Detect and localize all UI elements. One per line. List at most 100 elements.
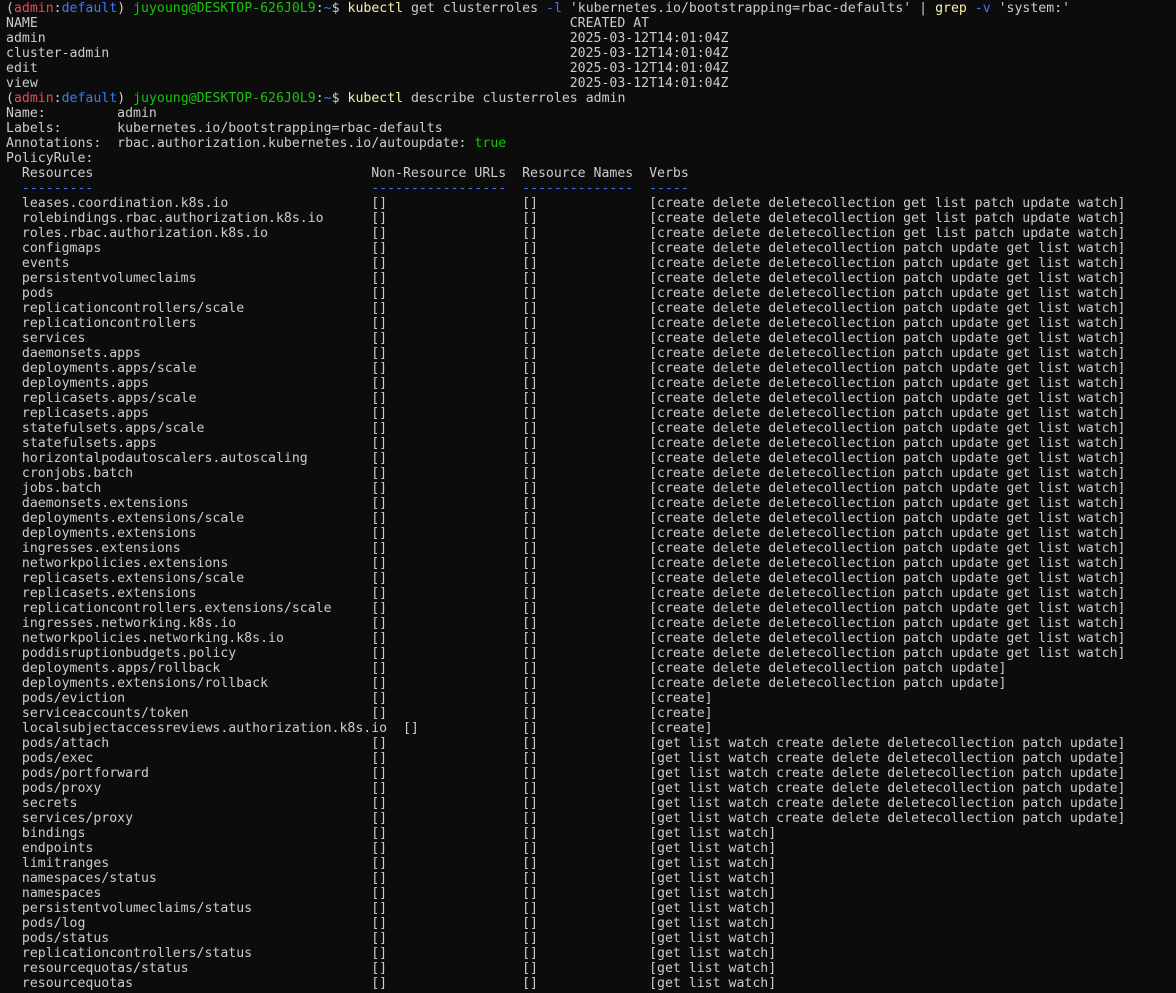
terminal-window[interactable]: (admin:default) juyoung@DESKTOP-626J0L9:… — [0, 0, 1176, 993]
terminal-line: pods/exec [] [] [get list watch create d… — [6, 751, 1176, 766]
terminal-line: cluster-admin 2025-03-12T14:01:04Z — [6, 46, 1176, 61]
terminal-text-segment: ingresses.networking.k8s.io [] [] [creat… — [6, 616, 1126, 631]
terminal-line: statefulsets.apps/scale [] [] [create de… — [6, 421, 1176, 436]
terminal-text-segment: statefulsets.apps/scale [] [] [create de… — [6, 421, 1126, 436]
terminal-line: deployments.apps/scale [] [] [create del… — [6, 361, 1176, 376]
terminal-line: services/proxy [] [] [get list watch cre… — [6, 811, 1176, 826]
terminal-text-segment: -l — [546, 1, 562, 16]
terminal-line: cronjobs.batch [] [] [create delete dele… — [6, 466, 1176, 481]
terminal-text-segment: pods/log [] [] [get list watch] — [6, 916, 777, 931]
terminal-text-segment: juyoung@DESKTOP-626J0L9 — [133, 1, 316, 16]
terminal-line: daemonsets.extensions [] [] [create dele… — [6, 496, 1176, 511]
terminal-line: replicasets.extensions [] [] [create del… — [6, 586, 1176, 601]
terminal-text-segment: kubectl — [347, 91, 404, 106]
terminal-text-segment: 'kubernetes.io/bootstrapping=rbac-defaul… — [561, 1, 936, 16]
terminal-line: NAME CREATED AT — [6, 16, 1176, 31]
terminal-text-segment: limitranges [] [] [get list watch] — [6, 856, 777, 871]
terminal-text-segment: resourcequotas/status [] [] [get list wa… — [6, 961, 777, 976]
terminal-text-segment: admin 2025-03-12T14:01:04Z — [6, 31, 729, 46]
terminal-line: events [] [] [create delete deletecollec… — [6, 256, 1176, 271]
terminal-text-segment: namespaces [] [] [get list watch] — [6, 886, 777, 901]
terminal-text-segment: resourcequotas [] [] [get list watch] — [6, 976, 777, 991]
terminal-text-segment: $ — [331, 1, 348, 16]
terminal-line: services [] [] [create delete deletecoll… — [6, 331, 1176, 346]
terminal-text-segment: leases.coordination.k8s.io [] [] [create… — [6, 196, 1126, 211]
terminal-line: secrets [] [] [get list watch create del… — [6, 796, 1176, 811]
terminal-line: pods/eviction [] [] [create] — [6, 691, 1176, 706]
terminal-text-segment: replicationcontrollers [] [] [create del… — [6, 316, 1126, 331]
terminal-line: pods/log [] [] [get list watch] — [6, 916, 1176, 931]
terminal-text-segment: kubectl — [347, 1, 404, 16]
terminal-line: --------- ----------------- ------------… — [6, 181, 1176, 196]
terminal-text-segment: --------- ----------------- ------------… — [6, 181, 689, 196]
terminal-line: Annotations: rbac.authorization.kubernet… — [6, 136, 1176, 151]
terminal-line: (admin:default) juyoung@DESKTOP-626J0L9:… — [6, 1, 1176, 16]
terminal-line: roles.rbac.authorization.k8s.io [] [] [c… — [6, 226, 1176, 241]
terminal-text-segment: deployments.extensions [] [] [create del… — [6, 526, 1126, 541]
terminal-line: namespaces/status [] [] [get list watch] — [6, 871, 1176, 886]
terminal-line: persistentvolumeclaims [] [] [create del… — [6, 271, 1176, 286]
terminal-line: pods [] [] [create delete deletecollecti… — [6, 286, 1176, 301]
terminal-text-segment: 'system:' — [990, 1, 1071, 16]
terminal-text-segment: poddisruptionbudgets.policy [] [] [creat… — [6, 646, 1126, 661]
terminal-line: replicasets.apps/scale [] [] [create del… — [6, 391, 1176, 406]
terminal-line: edit 2025-03-12T14:01:04Z — [6, 61, 1176, 76]
terminal-text-segment: namespaces/status [] [] [get list watch] — [6, 871, 777, 886]
terminal-text-segment: ( — [6, 91, 14, 106]
terminal-text-segment: deployments.extensions/scale [] [] [crea… — [6, 511, 1126, 526]
terminal-line: statefulsets.apps [] [] [create delete d… — [6, 436, 1176, 451]
terminal-text-segment: replicationcontrollers/status [] [] [get… — [6, 946, 777, 961]
terminal-text-segment: : — [315, 1, 324, 16]
terminal-text-segment: daemonsets.apps [] [] [create delete del… — [6, 346, 1126, 361]
terminal-line: rolebindings.rbac.authorization.k8s.io [… — [6, 211, 1176, 226]
terminal-text-segment: $ — [331, 91, 348, 106]
terminal-line: view 2025-03-12T14:01:04Z — [6, 76, 1176, 91]
terminal-text-segment: replicasets.extensions [] [] [create del… — [6, 586, 1126, 601]
terminal-line: resourcequotas/status [] [] [get list wa… — [6, 961, 1176, 976]
terminal-text-segment: networkpolicies.extensions [] [] [create… — [6, 556, 1126, 571]
terminal-text-segment: cronjobs.batch [] [] [create delete dele… — [6, 466, 1126, 481]
terminal-line: leases.coordination.k8s.io [] [] [create… — [6, 196, 1176, 211]
terminal-text-segment: -v — [974, 1, 991, 16]
terminal-text-segment: endpoints [] [] [get list watch] — [6, 841, 777, 856]
terminal-text-segment: pods/exec [] [] [get list watch create d… — [6, 751, 1126, 766]
terminal-text-segment: : — [53, 91, 62, 106]
terminal-line: replicationcontrollers [] [] [create del… — [6, 316, 1176, 331]
terminal-line: PolicyRule: — [6, 151, 1176, 166]
terminal-text-segment: admin — [13, 1, 54, 16]
terminal-text-segment: deployments.apps/rollback [] [] [create … — [6, 661, 1007, 676]
terminal-text-segment: ) — [117, 1, 134, 16]
terminal-text-segment: ( — [6, 1, 14, 16]
terminal-line: replicasets.extensions/scale [] [] [crea… — [6, 571, 1176, 586]
terminal-line: horizontalpodautoscalers.autoscaling [] … — [6, 451, 1176, 466]
terminal-line: persistentvolumeclaims/status [] [] [get… — [6, 901, 1176, 916]
terminal-text-segment: horizontalpodautoscalers.autoscaling [] … — [6, 451, 1126, 466]
terminal-text-segment: default — [61, 1, 118, 16]
terminal-text-segment: true — [474, 136, 507, 151]
terminal-text-segment: replicasets.apps [] [] [create delete de… — [6, 406, 1126, 421]
terminal-line: deployments.extensions/rollback [] [] [c… — [6, 676, 1176, 691]
terminal-text-segment: persistentvolumeclaims [] [] [create del… — [6, 271, 1126, 286]
terminal-line: Resources Non-Resource URLs Resource Nam… — [6, 166, 1176, 181]
terminal-text-segment: Name: admin — [6, 106, 157, 121]
terminal-text-segment: jobs.batch [] [] [create delete deleteco… — [6, 481, 1126, 496]
terminal-text-segment: pods/attach [] [] [get list watch create… — [6, 736, 1126, 751]
terminal-text-segment: cluster-admin 2025-03-12T14:01:04Z — [6, 46, 729, 61]
terminal-line: endpoints [] [] [get list watch] — [6, 841, 1176, 856]
terminal-line: bindings [] [] [get list watch] — [6, 826, 1176, 841]
terminal-text-segment: Resources Non-Resource URLs Resource Nam… — [6, 166, 689, 181]
terminal-text-segment: configmaps [] [] [create delete deleteco… — [6, 241, 1126, 256]
terminal-line: namespaces [] [] [get list watch] — [6, 886, 1176, 901]
terminal-text-segment: deployments.apps/scale [] [] [create del… — [6, 361, 1126, 376]
terminal-line: replicationcontrollers.extensions/scale … — [6, 601, 1176, 616]
terminal-text-segment: bindings [] [] [get list watch] — [6, 826, 777, 841]
terminal-text-segment: : — [315, 91, 324, 106]
terminal-line: deployments.apps [] [] [create delete de… — [6, 376, 1176, 391]
terminal-text-segment: get clusterroles — [403, 1, 546, 16]
terminal-text-segment: replicationcontrollers/scale [] [] [crea… — [6, 301, 1126, 316]
terminal-text-segment: deployments.apps [] [] [create delete de… — [6, 376, 1126, 391]
terminal-text-segment: replicasets.extensions/scale [] [] [crea… — [6, 571, 1126, 586]
terminal-text-segment: localsubjectaccessreviews.authorization.… — [6, 721, 713, 736]
terminal-line: localsubjectaccessreviews.authorization.… — [6, 721, 1176, 736]
terminal-text-segment: describe clusterroles admin — [403, 91, 626, 106]
